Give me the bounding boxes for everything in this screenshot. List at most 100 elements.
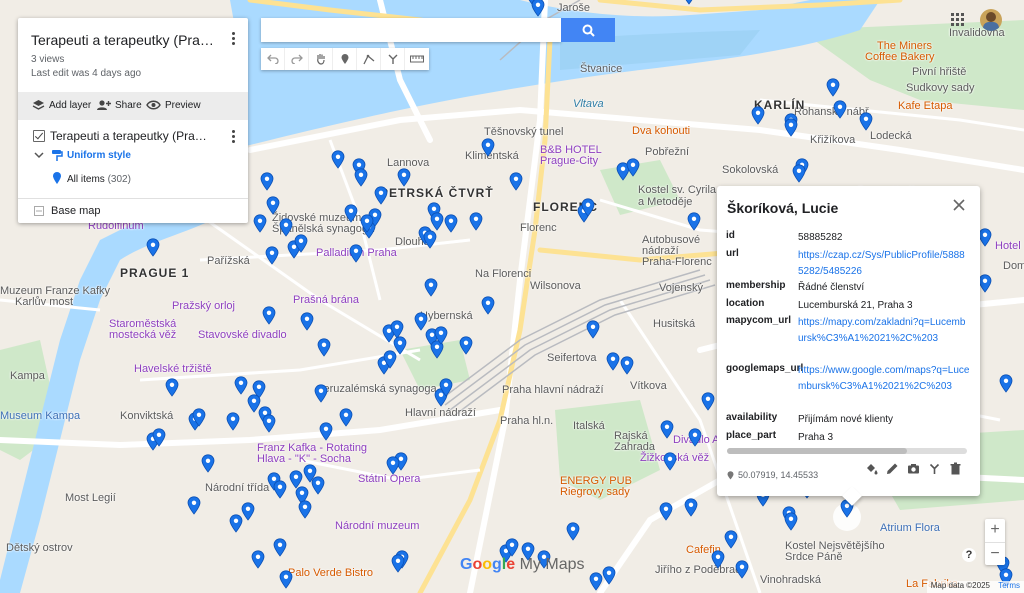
- therapist-marker-icon[interactable]: [602, 566, 616, 585]
- therapist-marker-icon[interactable]: [354, 168, 368, 187]
- all-items-row[interactable]: All items (302): [67, 174, 131, 185]
- zoom-in-button[interactable]: +: [985, 519, 1005, 542]
- add-marker-button[interactable]: [333, 48, 357, 70]
- therapist-marker-icon[interactable]: [711, 550, 725, 569]
- therapist-marker-icon[interactable]: [424, 278, 438, 297]
- therapist-marker-icon[interactable]: [606, 352, 620, 371]
- therapist-marker-icon[interactable]: [701, 392, 715, 411]
- map-title[interactable]: Terapeuti a terapeutky (Praha, du...: [31, 32, 221, 48]
- therapist-marker-icon[interactable]: [374, 186, 388, 205]
- style-button[interactable]: [865, 462, 878, 475]
- therapist-marker-icon[interactable]: [279, 218, 293, 237]
- therapist-marker-icon[interactable]: [397, 168, 411, 187]
- edit-button[interactable]: [886, 462, 899, 475]
- therapist-marker-icon[interactable]: [279, 570, 293, 589]
- directions-to-button[interactable]: [928, 462, 941, 475]
- close-icon[interactable]: [952, 198, 966, 212]
- therapist-marker-icon[interactable]: [152, 428, 166, 447]
- therapist-marker-icon[interactable]: [253, 214, 267, 233]
- delete-button[interactable]: [949, 462, 962, 475]
- therapist-marker-icon[interactable]: [784, 512, 798, 531]
- chevron-down-icon[interactable]: [34, 152, 44, 159]
- therapist-marker-icon[interactable]: [659, 502, 673, 521]
- search-button[interactable]: [561, 18, 615, 42]
- therapist-marker-icon[interactable]: [682, 0, 696, 5]
- field-link[interactable]: https://czap.cz/Sys/PublicProfile/588852…: [798, 248, 970, 280]
- field-link[interactable]: https://mapy.com/zakladni?q=Lucembursk%C…: [798, 315, 970, 347]
- therapist-marker-icon[interactable]: [751, 106, 765, 125]
- field-link[interactable]: https://www.google.com/maps?q=Lucembursk…: [798, 363, 970, 395]
- therapist-marker-icon[interactable]: [262, 306, 276, 325]
- search-input[interactable]: [261, 18, 561, 42]
- draw-line-button[interactable]: [357, 48, 381, 70]
- therapist-marker-icon[interactable]: [859, 112, 873, 131]
- undo-button[interactable]: [261, 48, 285, 70]
- terms-link[interactable]: Terms: [998, 581, 1020, 590]
- therapist-marker-icon[interactable]: [391, 554, 405, 573]
- therapist-marker-icon[interactable]: [273, 538, 287, 557]
- therapist-marker-icon[interactable]: [317, 338, 331, 357]
- therapist-marker-icon[interactable]: [300, 312, 314, 331]
- layer-name[interactable]: Terapeuti a terapeutky (Praha, du...: [50, 129, 210, 143]
- therapist-marker-icon[interactable]: [383, 350, 397, 369]
- therapist-marker-icon[interactable]: [469, 212, 483, 231]
- therapist-marker-icon[interactable]: [586, 320, 600, 339]
- therapist-marker-icon[interactable]: [262, 414, 276, 433]
- base-map-expand-icon[interactable]: [34, 206, 44, 216]
- measure-button[interactable]: [405, 48, 429, 70]
- map-options-icon[interactable]: [226, 30, 240, 46]
- therapist-marker-icon[interactable]: [684, 498, 698, 517]
- therapist-marker-icon[interactable]: [509, 172, 523, 191]
- therapist-marker-icon[interactable]: [505, 538, 519, 557]
- therapist-marker-icon[interactable]: [444, 214, 458, 233]
- therapist-marker-icon[interactable]: [978, 274, 992, 293]
- therapist-marker-icon[interactable]: [531, 0, 545, 17]
- pan-tool-button[interactable]: [309, 48, 333, 70]
- therapist-marker-icon[interactable]: [687, 212, 701, 231]
- therapist-marker-icon[interactable]: [581, 198, 595, 217]
- therapist-marker-icon[interactable]: [626, 158, 640, 177]
- uniform-style-link[interactable]: Uniform style: [67, 150, 131, 161]
- therapist-marker-icon[interactable]: [266, 196, 280, 215]
- therapist-marker-icon[interactable]: [430, 212, 444, 231]
- therapist-marker-icon[interactable]: [314, 384, 328, 403]
- therapist-marker-icon[interactable]: [826, 78, 840, 97]
- therapist-marker-icon[interactable]: [999, 374, 1013, 393]
- therapist-marker-icon[interactable]: [234, 376, 248, 395]
- therapist-marker-icon[interactable]: [229, 514, 243, 533]
- therapist-marker-icon[interactable]: [792, 164, 806, 183]
- therapist-marker-icon[interactable]: [251, 550, 265, 569]
- therapist-marker-icon[interactable]: [294, 234, 308, 253]
- share-button[interactable]: Share: [96, 99, 142, 111]
- apps-grid-icon[interactable]: [951, 13, 964, 26]
- therapist-marker-icon[interactable]: [201, 454, 215, 473]
- therapist-marker-icon[interactable]: [187, 496, 201, 515]
- preview-button[interactable]: Preview: [146, 99, 201, 111]
- therapist-marker-icon[interactable]: [481, 296, 495, 315]
- add-layer-button[interactable]: Add layer: [32, 99, 91, 111]
- layer-visibility-checkbox[interactable]: [33, 130, 45, 142]
- therapist-marker-icon[interactable]: [146, 238, 160, 257]
- therapist-marker-icon[interactable]: [344, 204, 358, 223]
- layer-options-icon[interactable]: [226, 128, 240, 144]
- therapist-marker-icon[interactable]: [331, 150, 345, 169]
- redo-button[interactable]: [285, 48, 309, 70]
- therapist-marker-icon[interactable]: [339, 408, 353, 427]
- therapist-marker-icon[interactable]: [434, 326, 448, 345]
- therapist-marker-icon[interactable]: [589, 572, 603, 591]
- therapist-marker-icon[interactable]: [663, 452, 677, 471]
- therapist-marker-icon[interactable]: [226, 412, 240, 431]
- therapist-marker-icon[interactable]: [386, 456, 400, 475]
- base-map-label[interactable]: Base map: [51, 205, 101, 217]
- therapist-marker-icon[interactable]: [265, 246, 279, 265]
- therapist-marker-icon[interactable]: [620, 356, 634, 375]
- therapist-marker-icon[interactable]: [165, 378, 179, 397]
- therapist-marker-icon[interactable]: [566, 522, 580, 541]
- therapist-marker-icon[interactable]: [735, 560, 749, 579]
- add-photo-button[interactable]: [907, 462, 920, 475]
- directions-button[interactable]: [381, 48, 405, 70]
- therapist-marker-icon[interactable]: [298, 500, 312, 519]
- therapist-marker-icon[interactable]: [688, 428, 702, 447]
- therapist-marker-icon[interactable]: [459, 336, 473, 355]
- therapist-marker-icon[interactable]: [724, 530, 738, 549]
